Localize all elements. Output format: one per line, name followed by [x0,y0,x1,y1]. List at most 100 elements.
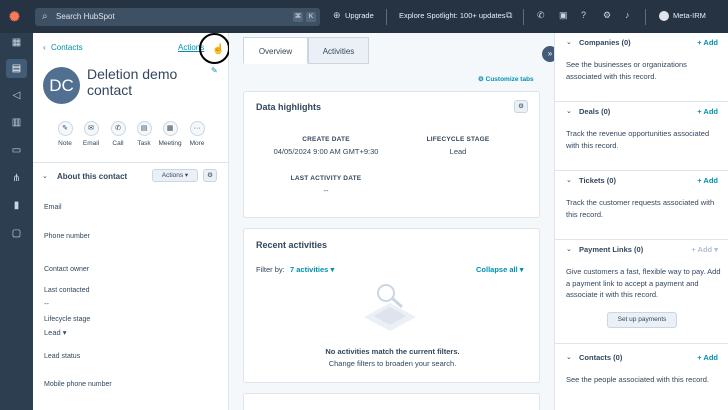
meeting-label: Meeting [158,140,182,147]
payment-links-title[interactable]: Payment Links (0) [579,245,643,254]
phone-field-label[interactable]: Phone number [44,233,90,240]
divider [386,9,387,25]
chevron-left-icon: ‹ [43,43,46,52]
about-actions-dropdown[interactable]: Actions ▾ [152,169,198,182]
collapse-all-label: Collapse all [476,265,518,274]
add-deal-button[interactable]: + Add [697,107,718,116]
payment-links-section: ⌄ Payment Links (0) + Add ▾ Give custome… [555,240,728,344]
highlights-title: Data highlights [256,102,321,112]
add-payment-link-label: + Add [691,245,713,254]
activity-filter-dropdown[interactable]: 7 activities ▾ [290,265,334,274]
automation-icon[interactable]: ⋔ [10,172,23,185]
add-ticket-button[interactable]: + Add [697,176,718,185]
chevron-down-icon[interactable]: ⌄ [566,107,572,115]
settings-gear-icon[interactable]: ⚙ [514,100,528,113]
magnifying-glass-illustration-icon [364,284,416,331]
last-activity-label: LAST ACTIVITY DATE [290,175,362,182]
meeting-button[interactable]: ▦ Meeting [155,121,185,147]
sales-icon[interactable]: ▭ [10,144,23,157]
companies-description: See the businesses or organizations asso… [566,60,687,81]
k-key-hint: K [306,12,316,22]
tab-activities[interactable]: Activities [308,37,369,64]
customize-tabs-link[interactable]: ⚙ Customize tabs [478,75,534,83]
command-key-hint: ⌘ [293,12,303,22]
settings-gear-icon[interactable]: ⚙ [203,169,217,182]
back-to-contacts-link[interactable]: Contacts [51,43,83,52]
chevron-down-icon[interactable]: ⌄ [566,353,572,361]
reporting-chart-icon[interactable]: ▮ [10,199,23,212]
marketing-megaphone-icon[interactable]: ◁ [10,89,23,102]
tickets-description: Track the customer requests associated w… [566,198,715,219]
note-icon: ✎ [57,121,73,136]
lifecycle-stage-value: Lead [449,147,467,156]
last-contacted-label: Last contacted [44,287,90,294]
payment-links-description: Give customers a fast, flexible way to p… [566,267,721,299]
add-payment-link-button[interactable]: + Add ▾ [691,245,718,254]
chevron-down-icon[interactable]: ⌄ [566,38,572,46]
lead-status-label[interactable]: Lead status [44,353,80,360]
deals-section: ⌄ Deals (0) + Add Track the revenue oppo… [555,102,728,171]
content-icon[interactable]: ▥ [10,116,23,129]
more-label: More [189,140,205,147]
tab-overview[interactable]: Overview [243,37,308,64]
about-section-title[interactable]: About this contact [57,172,127,181]
marketplace-icon[interactable]: ▣ [559,10,568,21]
chevron-down-icon[interactable]: ⌄ [42,172,48,180]
contacts-title[interactable]: Contacts (0) [579,353,622,362]
tickets-section: ⌄ Tickets (0) + Add Track the customer r… [555,171,728,240]
next-card [243,393,540,410]
more-button[interactable]: ··· More [182,121,212,147]
hubspot-logo-icon[interactable]: ✺ [9,9,25,25]
create-date-value: 04/05/2024 9:00 AM GMT+9:30 [273,147,379,156]
collapse-all-dropdown[interactable]: Collapse all ▾ [476,265,524,274]
set-up-payments-button[interactable]: Set up payments [607,312,677,328]
upgrade-link[interactable]: Upgrade [345,11,374,20]
recent-activities-title: Recent activities [256,240,328,250]
lifecycle-stage-dropdown[interactable]: Lead ▾ [44,328,67,337]
account-menu[interactable]: Meta-IRM [673,11,706,20]
customize-tabs-label: Customize tabs [485,76,534,83]
left-navigation: ▦ ▤ ◁ ▥ ▭ ⋔ ▮ ▢ [0,33,33,410]
more-dots-icon: ··· [189,121,205,136]
settings-gear-icon[interactable]: ⚙ [603,10,611,21]
deals-title[interactable]: Deals (0) [579,107,610,116]
top-navigation-bar: ✺ ⌕ Search HubSpot ⌘ K ⊕ Upgrade Explore… [0,0,728,33]
add-contact-button[interactable]: + Add [697,353,718,362]
activity-filter-value: 7 activities [290,265,329,274]
hand-cursor-icon: ☝ [212,44,225,55]
edit-pencil-icon[interactable]: ✎ [211,66,218,75]
task-icon: ▤ [136,121,152,136]
email-button[interactable]: ✉ Email [76,121,106,147]
companies-title[interactable]: Companies (0) [579,38,631,47]
divider [523,9,524,25]
help-icon[interactable]: ? [581,10,586,20]
divider [645,9,646,25]
folder-icon[interactable]: ▢ [10,227,23,240]
contact-avatar: DC [43,67,80,104]
lifecycle-stage-label: Lifecycle stage [44,316,91,323]
bookmarks-icon[interactable]: ▦ [10,36,23,49]
phone-icon[interactable]: ✆ [537,10,545,21]
contacts-section: ⌄ Contacts (0) + Add See the people asso… [555,344,728,410]
chevron-down-icon[interactable]: ⌄ [566,176,572,184]
search-input[interactable]: ⌕ Search HubSpot ⌘ K [35,8,320,26]
crm-contacts-icon[interactable]: ▤ [6,59,27,78]
email-icon: ✉ [83,121,99,136]
about-actions-label: Actions [161,172,184,179]
search-placeholder: Search HubSpot [56,12,115,21]
explore-spotlight-link[interactable]: Explore Spotlight: 100+ updates [399,11,506,20]
owner-field-label[interactable]: Contact owner [44,266,89,273]
calendar-icon: ▦ [162,121,178,136]
add-company-button[interactable]: + Add [697,38,718,47]
chevron-down-icon[interactable]: ⌄ [566,245,572,253]
lifecycle-stage-value: Lead [44,328,61,337]
upgrade-icon: ⊕ [333,10,341,20]
tickets-title[interactable]: Tickets (0) [579,176,616,185]
create-date-label: CREATE DATE [302,136,350,143]
mobile-phone-label[interactable]: Mobile phone number [44,381,112,388]
account-avatar[interactable] [659,11,669,21]
companies-section: ⌄ Companies (0) + Add See the businesses… [555,33,728,102]
notifications-bell-icon[interactable]: ♪ [625,10,630,20]
external-link-icon: ⧉ [506,10,513,20]
email-field-label[interactable]: Email [44,204,62,211]
